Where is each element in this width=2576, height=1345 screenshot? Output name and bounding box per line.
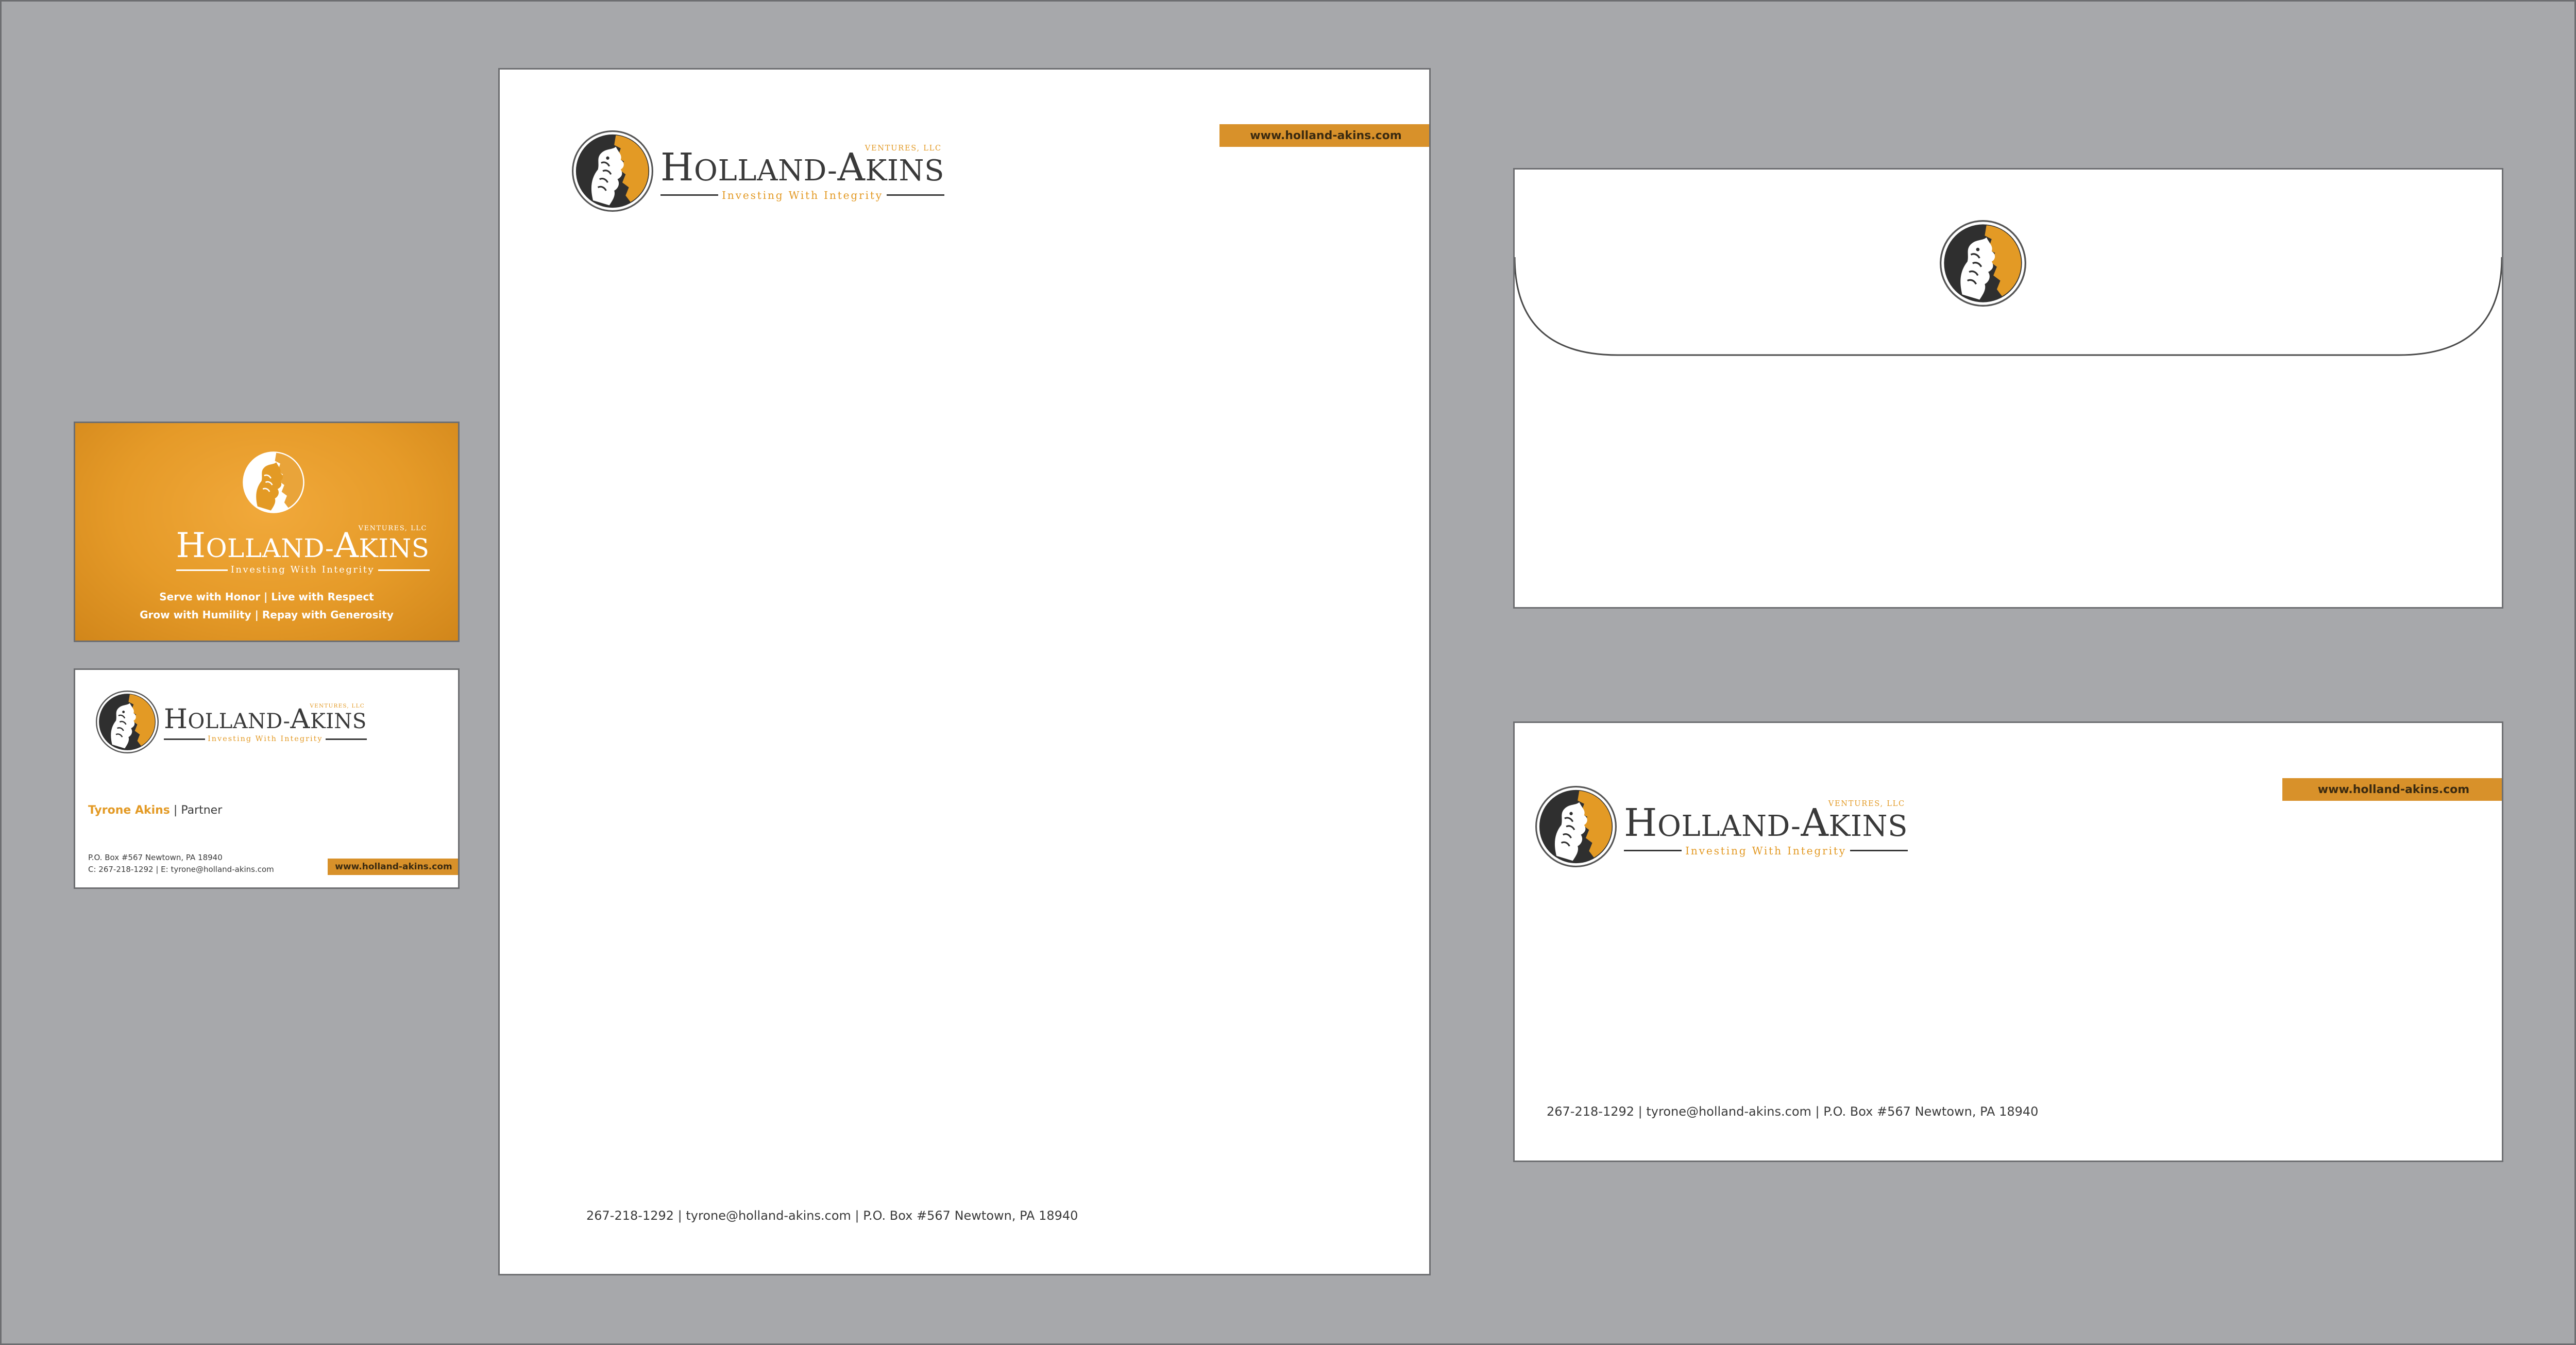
person-name: Tyrone Akins (88, 804, 170, 817)
lion-head-icon (96, 691, 159, 753)
business-card-front: VENTURES, LLC HOLLAND-AKINS Investing Wi… (74, 422, 460, 642)
ventures-label: VENTURES, LLC (358, 524, 427, 532)
envelope-footer: 267-218-1292 | tyrone@holland-akins.com … (1547, 1104, 2039, 1119)
website-link[interactable]: www.holland-akins.com (2282, 778, 2502, 801)
letterhead-footer: 267-218-1292 | tyrone@holland-akins.com … (586, 1208, 1078, 1223)
envelope-front: www.holland-akins.com VENTURES, LLC HOLL… (1513, 721, 2503, 1162)
person-role: Partner (181, 804, 223, 817)
motto-line-1: Serve with Honor | Live with Respect (159, 591, 374, 603)
person-line: Tyrone Akins | Partner (88, 804, 223, 817)
logo: VENTURES, LLC HOLLAND-AKINS Investing Wi… (96, 691, 367, 753)
tagline-row: Investing With Integrity (176, 565, 430, 575)
brand-name: VENTURES, LLC HOLLAND-AKINS (164, 702, 367, 735)
website-link[interactable]: www.holland-akins.com (328, 859, 458, 875)
lion-head-icon (1535, 786, 1617, 867)
lion-head-icon (240, 449, 307, 516)
tagline: Investing With Integrity (230, 564, 375, 575)
website-link[interactable]: www.holland-akins.com (1219, 124, 1429, 147)
business-card-back: VENTURES, LLC HOLLAND-AKINS Investing Wi… (74, 668, 460, 889)
logo-wordmark: VENTURES, LLC HOLLAND-AKINS Investing Wi… (170, 524, 430, 575)
letterhead: www.holland-akins.com VENTURES, LLC HOLL… (498, 68, 1431, 1275)
brand-name: VENTURES, LLC HOLLAND-AKINS (1624, 799, 1908, 846)
lion-head-icon (572, 130, 653, 212)
logo: VENTURES, LLC HOLLAND-AKINS Investing Wi… (572, 130, 945, 212)
card-phone-email: C: 267-218-1292 | E: tyrone@holland-akin… (88, 865, 274, 874)
lion-head-icon (1940, 220, 2026, 307)
envelope-back (1513, 168, 2503, 609)
logo: VENTURES, LLC HOLLAND-AKINS Investing Wi… (1535, 786, 1908, 867)
brand-name: VENTURES, LLC HOLLAND-AKINS (176, 524, 430, 565)
card-address: P.O. Box #567 Newtown, PA 18940 (88, 853, 223, 862)
brand-name: VENTURES, LLC HOLLAND-AKINS (660, 144, 945, 190)
motto-line-2: Grow with Humility | Repay with Generosi… (140, 609, 394, 621)
